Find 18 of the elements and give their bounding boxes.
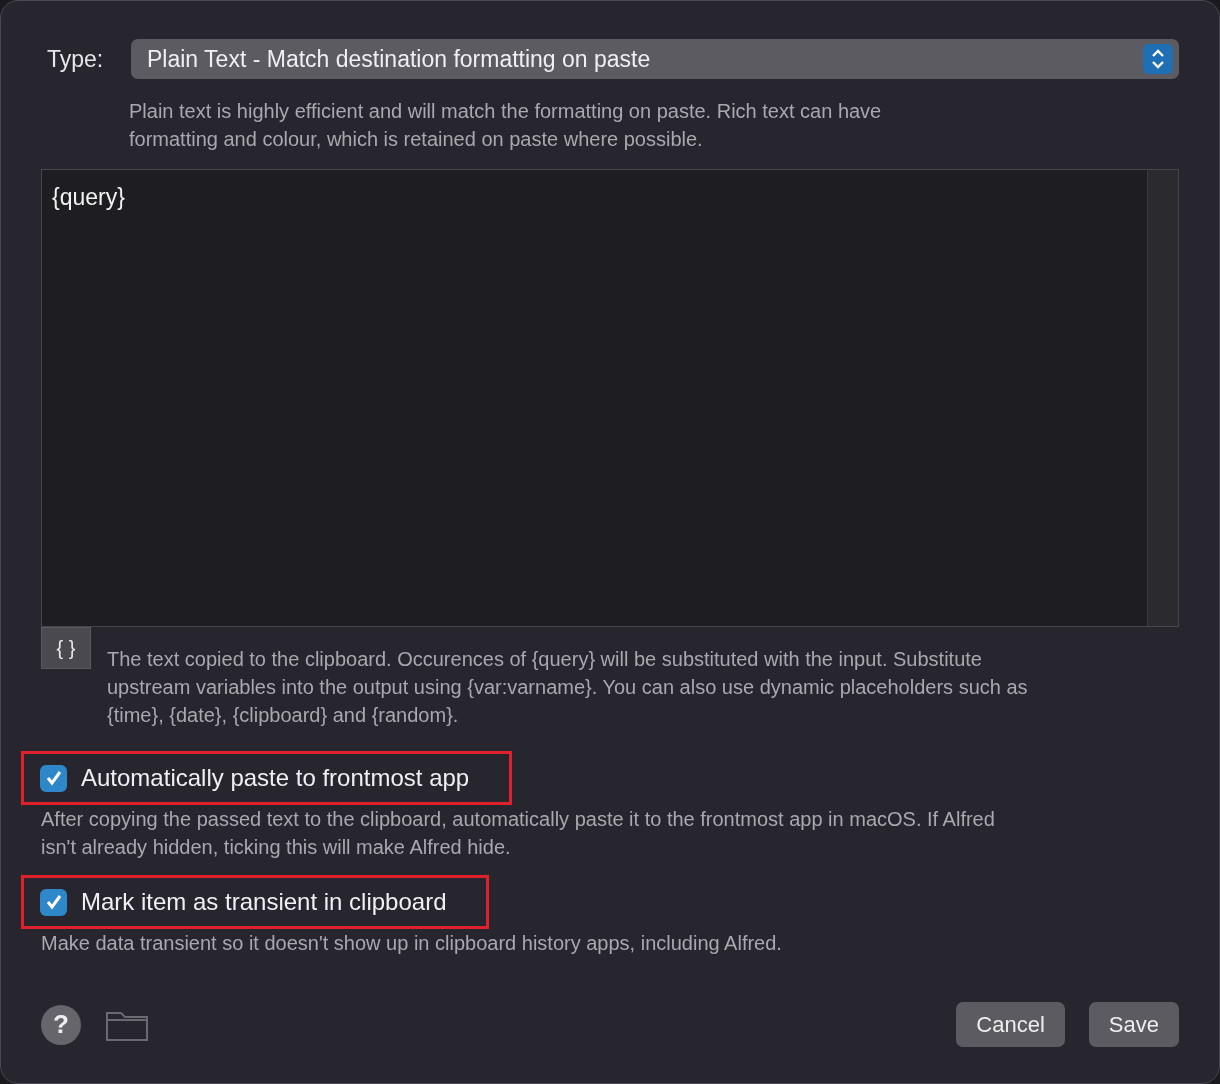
option-help-text: Make data transient so it doesn't show up in clipboard history apps, including Alfred. [41, 931, 783, 956]
type-help-text: Plain text is highly efficient and will match the formatting on paste. Rich text can have formatting and colour, which is retained on paste where possible. [129, 99, 883, 152]
checkbox-label[interactable]: Automatically paste to frontmost app [81, 760, 470, 796]
type-label: Type: [46, 44, 105, 74]
dialog-button[interactable]: Save [1088, 1002, 1179, 1047]
stepper-icon [1143, 44, 1173, 74]
checkbox[interactable] [40, 764, 67, 792]
checkbox[interactable] [40, 888, 67, 916]
text-editor[interactable]: {query} [41, 169, 1179, 627]
editor-text: {query} [51, 183, 126, 212]
option-help-text: After copying the passed text to the clipboard, automatically paste it to the frontmost app in macOS. If Alfred isn't already hidden, ticking this will make Alfred hide. [41, 807, 996, 860]
checkbox-label[interactable]: Mark item as transient in clipboard [81, 884, 447, 920]
editor-help-text: The text copied to the clipboard. Occurences of {query} will be substituted with the input. Substitute upstream variables into the output using {var:varname}. You can also use dynamic placeholders such as {time}, {date}, {clipboard} and {random}. [107, 647, 1029, 728]
help-button[interactable]: ? [41, 1004, 81, 1045]
type-select[interactable]: Plain Text - Match destination formatting on paste [131, 39, 1179, 79]
dialog-button[interactable]: Cancel [956, 1002, 1065, 1047]
select-value: Plain Text - Match destination formatting on paste [147, 44, 651, 74]
placeholder-button[interactable]: { } [41, 627, 91, 669]
